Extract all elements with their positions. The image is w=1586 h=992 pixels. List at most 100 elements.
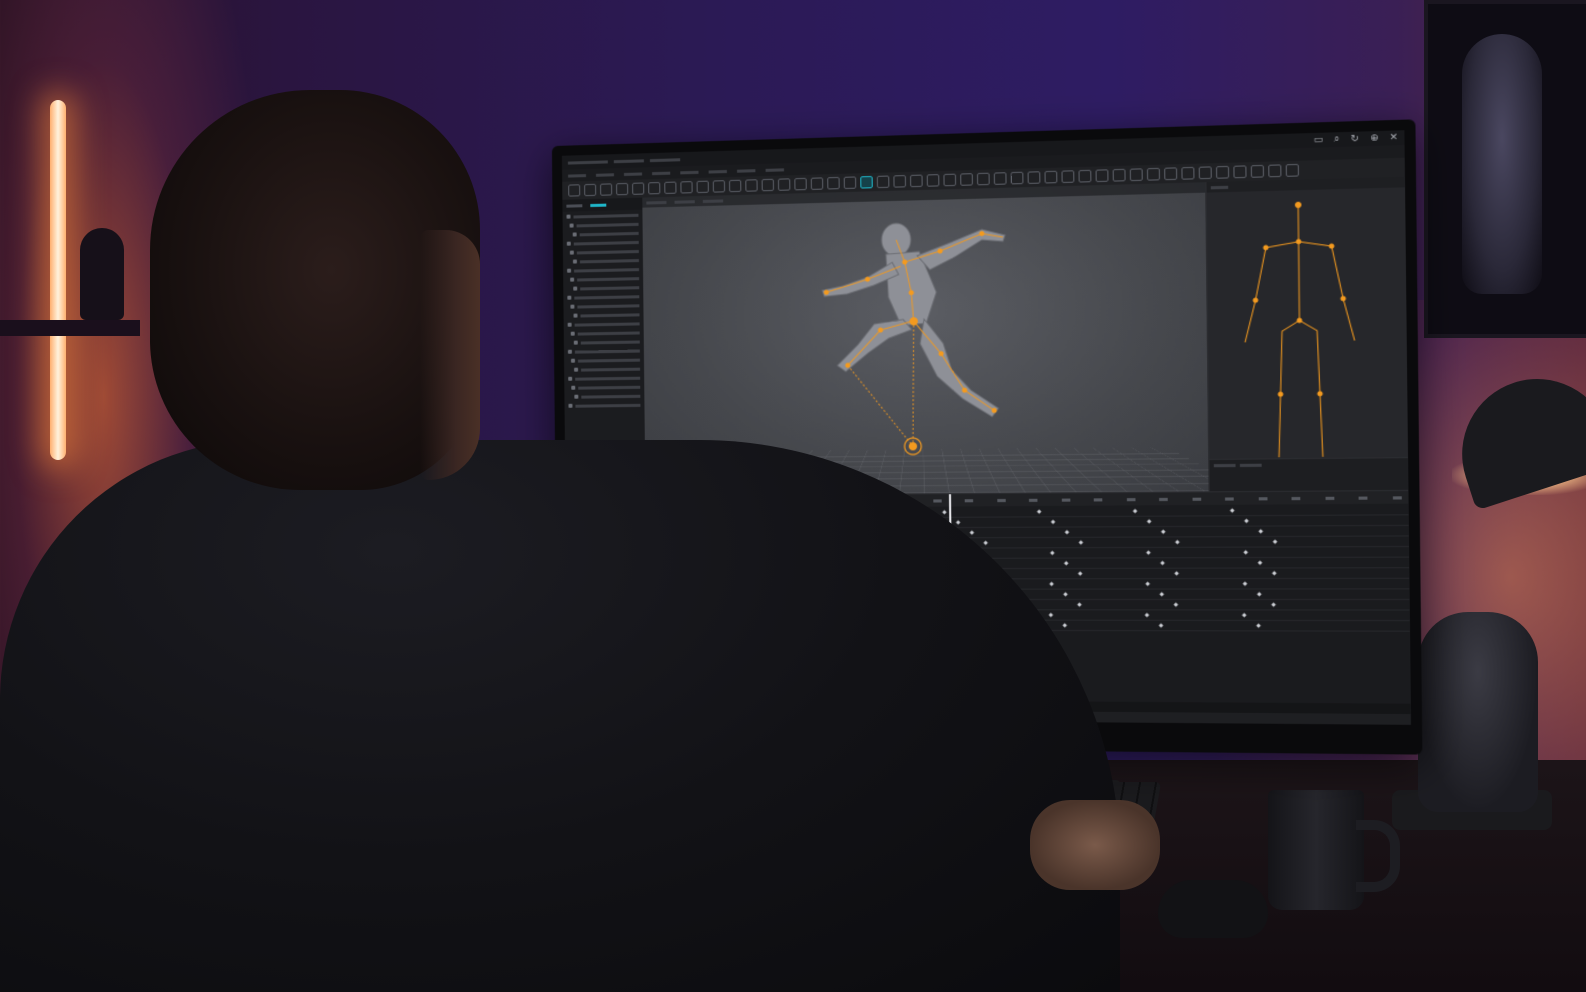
select-icon[interactable] <box>568 184 581 197</box>
keyframe-marker[interactable] <box>1160 560 1165 566</box>
zoom-icon[interactable]: ⊕ <box>1370 133 1378 144</box>
keyframe-marker[interactable] <box>1048 612 1054 618</box>
keyframe-marker[interactable] <box>1242 581 1248 586</box>
scale-icon[interactable] <box>943 173 957 187</box>
keyframe-marker[interactable] <box>1146 519 1152 524</box>
keyframe-marker[interactable] <box>955 520 961 525</box>
outliner-item[interactable] <box>567 265 640 275</box>
light-icon[interactable] <box>696 180 709 194</box>
minimize-icon[interactable]: ▭ <box>1314 135 1323 146</box>
bone-icon[interactable] <box>664 181 677 194</box>
outliner-item[interactable] <box>568 383 641 392</box>
rotate-icon[interactable] <box>926 174 940 187</box>
outliner-item[interactable] <box>567 319 640 328</box>
keyframe-marker[interactable] <box>1175 539 1180 545</box>
move-icon[interactable] <box>745 179 758 192</box>
preview-joint[interactable] <box>1328 243 1335 249</box>
menu-item[interactable] <box>623 171 643 176</box>
camera-icon[interactable] <box>1181 166 1195 180</box>
menu-item[interactable] <box>737 168 756 173</box>
menu-item[interactable] <box>708 169 727 174</box>
outliner-item[interactable] <box>567 274 640 284</box>
preview-joint[interactable] <box>1295 238 1302 245</box>
keyframe-marker[interactable] <box>1077 602 1082 607</box>
camera-icon[interactable] <box>680 181 693 194</box>
rotate-icon[interactable] <box>761 178 774 192</box>
move-icon[interactable] <box>910 174 923 188</box>
outliner-item[interactable] <box>568 365 641 374</box>
outliner-item[interactable] <box>568 310 640 319</box>
camera-icon[interactable] <box>1010 171 1024 185</box>
keyframe-icon[interactable] <box>648 182 661 195</box>
select-icon[interactable] <box>729 179 742 193</box>
keyframe-marker[interactable] <box>1144 612 1150 618</box>
refresh-icon[interactable]: ↻ <box>1351 134 1359 145</box>
render-icon[interactable] <box>712 180 726 193</box>
skeleton-front-view[interactable] <box>1211 192 1389 468</box>
title-menu-item[interactable] <box>649 157 681 162</box>
render-icon[interactable] <box>1216 165 1230 179</box>
preview-joint[interactable] <box>1252 297 1259 303</box>
properties-tab[interactable] <box>1239 463 1262 468</box>
keyframe-marker[interactable] <box>1146 550 1151 555</box>
properties-tab[interactable] <box>1213 463 1236 468</box>
preview-joint[interactable] <box>1296 317 1303 324</box>
keyframe-marker[interactable] <box>1272 539 1278 544</box>
keyframe-marker[interactable] <box>1064 529 1070 535</box>
render-icon[interactable] <box>1044 170 1058 184</box>
keyframe-marker[interactable] <box>1241 612 1247 618</box>
move-icon[interactable] <box>1078 169 1092 183</box>
scale-icon[interactable] <box>1285 163 1299 177</box>
keyframe-marker[interactable] <box>1256 591 1262 597</box>
keyframe-marker[interactable] <box>1063 561 1069 566</box>
rig-icon[interactable] <box>794 177 807 191</box>
scale-icon[interactable] <box>1112 168 1126 182</box>
preview-joint[interactable] <box>1277 391 1284 397</box>
rotate-icon[interactable] <box>600 183 613 196</box>
tab-outliner[interactable] <box>590 203 607 207</box>
menu-item[interactable] <box>595 172 614 177</box>
outliner-item[interactable] <box>568 337 640 346</box>
character-left-arm[interactable] <box>822 262 899 296</box>
keyframe-marker[interactable] <box>1145 581 1150 587</box>
keyframe-marker[interactable] <box>1244 518 1249 524</box>
keyframe-marker[interactable] <box>1063 592 1068 597</box>
preview-joint[interactable] <box>1317 391 1323 397</box>
bone-icon[interactable] <box>827 176 840 190</box>
preview-joint[interactable] <box>1340 295 1346 302</box>
character-right-leg[interactable] <box>920 318 999 418</box>
keyframe-marker[interactable] <box>1050 550 1055 556</box>
rotate-icon[interactable] <box>1268 164 1282 178</box>
keyframe-marker[interactable] <box>1173 602 1179 607</box>
close-icon[interactable]: ✕ <box>1389 133 1397 144</box>
preview-joint[interactable] <box>1294 201 1302 209</box>
bone-icon[interactable] <box>1164 167 1178 181</box>
menu-item[interactable] <box>652 171 671 175</box>
menu-item[interactable] <box>680 170 699 174</box>
keyframe-marker[interactable] <box>1243 550 1249 555</box>
light-icon[interactable] <box>1027 171 1041 184</box>
outliner-item[interactable] <box>567 347 640 356</box>
keyframe-marker[interactable] <box>1257 560 1263 565</box>
select-icon[interactable] <box>1233 165 1247 179</box>
outliner-item[interactable] <box>568 374 641 383</box>
light-icon[interactable] <box>1198 166 1212 180</box>
keyframe-marker[interactable] <box>1174 571 1179 576</box>
keyframe-marker[interactable] <box>1078 540 1084 545</box>
keyframe-marker[interactable] <box>983 540 988 546</box>
outliner-item[interactable] <box>568 401 641 410</box>
outliner-item[interactable] <box>567 301 640 310</box>
preview-joint[interactable] <box>1263 244 1269 251</box>
keyframe-marker[interactable] <box>1256 623 1261 628</box>
outliner-item[interactable] <box>568 356 640 365</box>
keyframe-marker[interactable] <box>969 530 975 535</box>
select-icon[interactable] <box>1061 170 1075 184</box>
menu-item[interactable] <box>765 167 785 172</box>
keyframe-marker[interactable] <box>1271 602 1276 607</box>
tab-scene[interactable] <box>566 203 583 208</box>
keyframe-icon[interactable] <box>1146 167 1160 181</box>
render-icon[interactable] <box>876 175 890 189</box>
title-menu-item[interactable] <box>613 158 644 163</box>
character-head[interactable] <box>881 223 910 256</box>
keyframe-marker[interactable] <box>1258 529 1264 534</box>
